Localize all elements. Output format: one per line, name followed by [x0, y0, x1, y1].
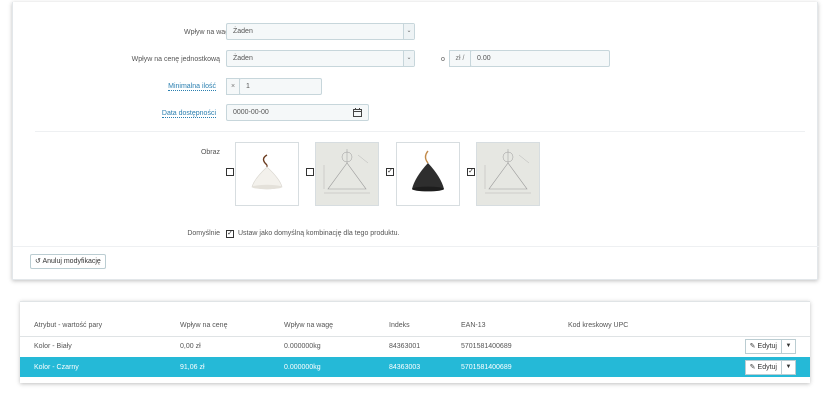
section-divider [35, 131, 805, 132]
row-actions: ✎ Edytuj ▼ [744, 339, 796, 354]
unit-price-impact-value: Żaden [233, 55, 253, 62]
cancel-modification-label: Anuluj modyfikację [42, 258, 101, 265]
image-thumb-white-sketch[interactable] [315, 142, 379, 206]
pencil-icon: ✎ [749, 343, 756, 350]
edit-button[interactable]: ✎ Edytuj [744, 360, 782, 375]
cell-ean13: 5701581400689 [461, 343, 512, 350]
row-actions: ✎ Edytuj ▼ [744, 360, 796, 375]
cell-weight-impact: 0.000000kg [284, 343, 321, 350]
edit-label: Edytuj [757, 343, 777, 350]
cell-ean13: 5701581400689 [461, 364, 512, 371]
default-label: Domyślnie [187, 230, 220, 237]
min-quantity-label: Minimalna ilość [168, 83, 216, 91]
availability-date-value: 0000-00-00 [233, 109, 269, 116]
black-lamp-sketch-image [484, 149, 531, 194]
unit-price-amount-input[interactable]: 0.00 [470, 50, 610, 67]
weight-impact-label: Wpływ na wagę [183, 29, 233, 36]
combination-form-panel: Wpływ na wagę Żaden ⌄ Wpływ na cenę jedn… [12, 2, 819, 280]
undo-icon: ↺ [35, 258, 41, 265]
cell-attribute: Kolor - Czarny [34, 364, 79, 371]
calendar-icon[interactable] [353, 108, 362, 117]
image-thumb-black-lamp[interactable] [396, 142, 460, 206]
weight-impact-select[interactable]: Żaden ⌄ [226, 23, 415, 40]
default-checkbox[interactable]: ✓ [226, 230, 234, 238]
pencil-icon: ✎ [749, 364, 756, 371]
col-header-weight-impact: Wpływ na wagę [284, 322, 334, 329]
col-header-ean13: EAN-13 [461, 322, 486, 329]
multiply-icon: × [226, 78, 240, 95]
footer-divider [13, 246, 819, 247]
cell-index: 84363003 [389, 364, 421, 371]
cell-price-impact: 91,06 zł [180, 364, 205, 371]
images-label: Obraz [200, 149, 220, 156]
cell-price-impact: 0,00 zł [180, 343, 201, 350]
edit-label: Edytuj [757, 364, 777, 371]
col-header-upc: Kod kreskowy UPC [568, 322, 629, 329]
image-thumb-black-sketch[interactable] [476, 142, 540, 206]
col-header-attribute: Atrybut - wartość pary [34, 322, 103, 329]
image-checkbox-4[interactable]: ✓ [467, 168, 475, 176]
cell-attribute: Kolor - Biały [34, 343, 72, 350]
unit-price-impact-label: Wpływ na cenę jednostkową [131, 56, 220, 63]
availability-date-input[interactable]: 0000-00-00 [226, 104, 369, 121]
col-header-price-impact: Wpływ na cenę [180, 322, 228, 329]
cell-index: 84363001 [389, 343, 421, 350]
caret-down-icon: ▼ [785, 343, 792, 349]
table-row-selected[interactable]: Kolor - Czarny 91,06 zł 0.000000kg 84363… [20, 357, 810, 377]
image-checkbox-2[interactable] [306, 168, 314, 176]
min-quantity-input[interactable]: 1 [239, 78, 322, 95]
image-thumb-white-lamp[interactable] [235, 142, 299, 206]
weight-impact-value: Żaden [233, 28, 253, 35]
combinations-table: Atrybut - wartość pary Wpływ na cenę Wpł… [20, 301, 810, 383]
cancel-modification-button[interactable]: ↺ Anuluj modyfikację [30, 254, 106, 269]
table-row[interactable]: Kolor - Biały 0,00 zł 0.000000kg 8436300… [20, 336, 810, 356]
cell-weight-impact: 0.000000kg [284, 364, 321, 371]
image-checkbox-3[interactable]: ✓ [386, 168, 394, 176]
white-lamp-sketch-image [323, 149, 370, 194]
edit-button[interactable]: ✎ Edytuj [744, 339, 782, 354]
black-lamp-image [412, 150, 444, 192]
unit-price-o-label: o [441, 56, 445, 63]
white-lamp-image [251, 154, 283, 190]
unit-price-impact-select[interactable]: Żaden ⌄ [226, 50, 415, 67]
image-checkbox-1[interactable] [226, 168, 234, 176]
chevron-down-icon: ⌄ [403, 24, 414, 39]
row-actions-dropdown[interactable]: ▼ [782, 339, 796, 354]
chevron-down-icon: ⌄ [403, 51, 414, 66]
col-header-index: Indeks [389, 322, 410, 329]
default-checkbox-text: Ustaw jako domyślną kombinację dla tego … [238, 230, 400, 237]
row-actions-dropdown[interactable]: ▼ [782, 360, 796, 375]
currency-unit-addon: zł / [449, 50, 471, 67]
availability-date-label: Data dostępności [161, 110, 216, 118]
caret-down-icon: ▼ [785, 364, 792, 370]
